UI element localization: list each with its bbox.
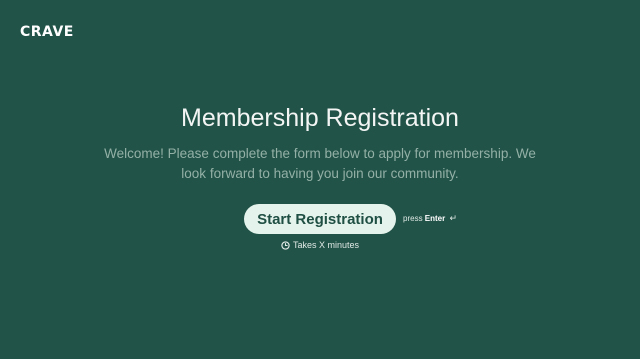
duration-text: Takes X minutes — [292, 240, 360, 250]
welcome-description: Welcome! Please complete the form below … — [104, 146, 536, 181]
hint-key: Enter — [424, 214, 446, 223]
duration-note: Takes X minutes — [0, 240, 640, 250]
page-title: Membership Registration — [181, 104, 459, 132]
start-registration-button[interactable]: Start Registration — [244, 204, 396, 234]
hint-prefix: press — [403, 214, 423, 223]
registration-intro: Membership Registration Welcome! Please … — [0, 102, 640, 250]
enter-icon: ↵ — [449, 213, 458, 223]
keyboard-hint: press Enter ↵ — [403, 213, 457, 224]
clock-icon — [281, 240, 290, 250]
start-action-row: Start Registration press Enter ↵ — [0, 204, 640, 234]
brand-logo: CRAVE — [20, 24, 74, 40]
